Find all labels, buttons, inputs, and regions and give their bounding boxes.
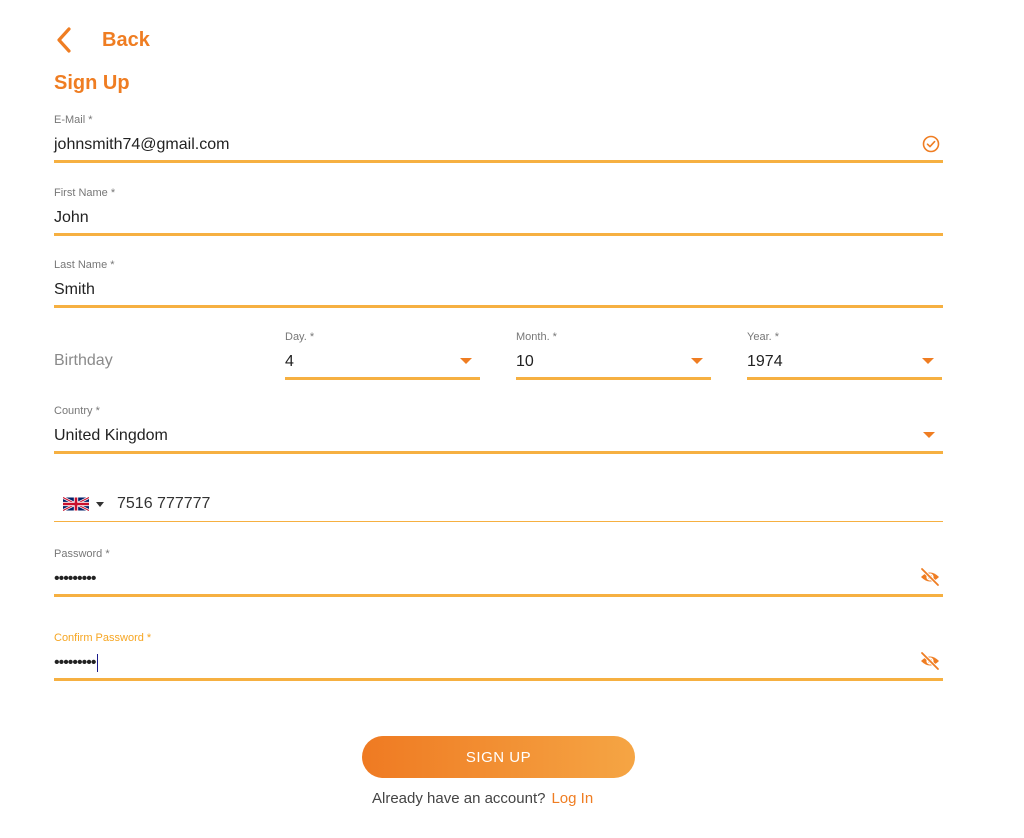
login-prompt: Already have an account? Log In xyxy=(372,790,593,807)
month-value[interactable]: 10 xyxy=(516,352,711,372)
month-underline xyxy=(516,377,711,380)
password-input[interactable]: ••••••••• xyxy=(54,569,943,589)
last-name-field[interactable]: Last Name * Smith xyxy=(54,259,943,308)
country-label: Country * xyxy=(54,405,100,417)
phone-input[interactable]: 7516 777777 xyxy=(117,495,210,513)
confirm-password-underline xyxy=(54,678,943,681)
eye-off-icon[interactable] xyxy=(919,651,941,671)
first-name-label: First Name * xyxy=(54,187,116,199)
confirm-password-field[interactable]: Confirm Password * ••••••••• xyxy=(54,632,943,681)
confirm-password-input[interactable]: ••••••••• xyxy=(54,654,96,671)
text-cursor xyxy=(97,653,99,672)
first-name-field[interactable]: First Name * John xyxy=(54,187,943,236)
page-title: Sign Up xyxy=(54,72,130,94)
month-select[interactable]: Month. * 10 xyxy=(516,331,711,380)
email-label: E-Mail * xyxy=(54,114,93,126)
signup-page: Back Sign Up E-Mail * johnsmith74@gmail.… xyxy=(0,0,1024,838)
signup-button[interactable]: SIGN UP xyxy=(362,736,635,778)
confirm-password-input-wrap[interactable]: ••••••••• xyxy=(54,653,943,673)
country-underline xyxy=(54,451,943,454)
first-name-underline xyxy=(54,233,943,236)
email-input[interactable]: johnsmith74@gmail.com xyxy=(54,135,943,155)
day-label: Day. * xyxy=(285,331,315,343)
day-select[interactable]: Day. * 4 xyxy=(285,331,480,380)
last-name-label: Last Name * xyxy=(54,259,115,271)
country-code-caret-icon[interactable] xyxy=(96,501,104,507)
caret-down-icon[interactable] xyxy=(922,358,934,364)
back-button[interactable]: Back xyxy=(54,26,150,54)
password-label: Password * xyxy=(54,548,110,560)
phone-underline xyxy=(54,521,943,522)
confirm-password-label: Confirm Password * xyxy=(54,632,152,644)
month-label: Month. * xyxy=(516,331,557,343)
birthday-label: Birthday xyxy=(54,352,113,369)
year-underline xyxy=(747,377,942,380)
back-label: Back xyxy=(102,28,150,51)
uk-flag-icon[interactable] xyxy=(63,497,89,511)
year-label: Year. * xyxy=(747,331,780,343)
country-value[interactable]: United Kingdom xyxy=(54,426,943,446)
password-underline xyxy=(54,594,943,597)
year-select[interactable]: Year. * 1974 xyxy=(747,331,942,380)
login-link[interactable]: Log In xyxy=(551,790,593,807)
first-name-input[interactable]: John xyxy=(54,208,943,228)
phone-field[interactable]: 7516 777777 xyxy=(54,490,943,522)
caret-down-icon[interactable] xyxy=(691,358,703,364)
day-value[interactable]: 4 xyxy=(285,352,480,372)
eye-off-icon[interactable] xyxy=(919,567,941,587)
email-field[interactable]: E-Mail * johnsmith74@gmail.com xyxy=(54,114,943,163)
last-name-underline xyxy=(54,305,943,308)
chevron-left-icon xyxy=(57,27,71,53)
day-underline xyxy=(285,377,480,380)
password-field[interactable]: Password * ••••••••• xyxy=(54,548,943,597)
already-have-account-text: Already have an account? xyxy=(372,790,546,807)
email-underline xyxy=(54,160,943,163)
caret-down-icon[interactable] xyxy=(923,432,935,438)
check-circle-icon xyxy=(922,135,940,153)
country-select[interactable]: Country * United Kingdom xyxy=(54,405,943,454)
year-value[interactable]: 1974 xyxy=(747,352,942,372)
caret-down-icon[interactable] xyxy=(460,358,472,364)
last-name-input[interactable]: Smith xyxy=(54,280,943,300)
